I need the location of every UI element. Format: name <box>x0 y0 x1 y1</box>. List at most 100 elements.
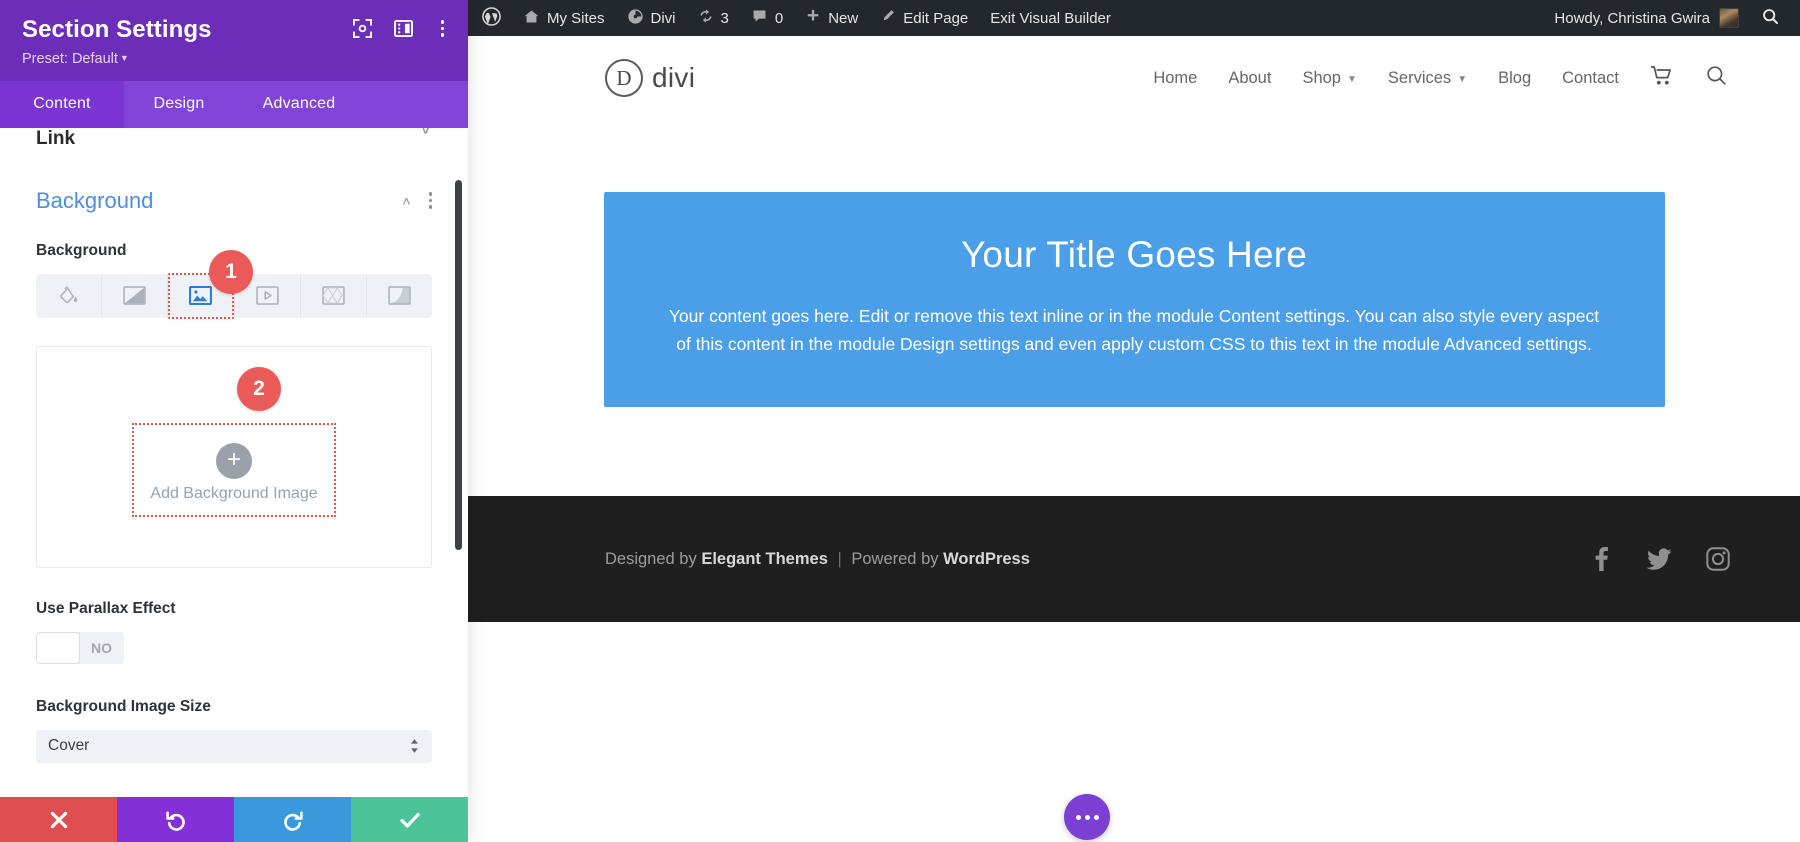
plus-icon: + <box>216 443 252 479</box>
nav-label: About <box>1228 69 1271 88</box>
nav-label: Services <box>1388 69 1451 88</box>
facebook-icon[interactable] <box>1590 546 1612 572</box>
nav-item-about[interactable]: About <box>1228 69 1271 88</box>
my-sites-item[interactable]: My Sites <box>512 0 616 36</box>
wordpress-link[interactable]: WordPress <box>943 550 1030 568</box>
nav-item-home[interactable]: Home <box>1153 69 1197 88</box>
more-options-icon[interactable] <box>435 18 451 39</box>
check-icon <box>398 808 422 832</box>
comments-count: 0 <box>775 10 783 27</box>
my-sites-label: My Sites <box>547 10 605 27</box>
site-preview: D divi Home About Shop ▼ Services ▼ <box>468 36 1800 842</box>
twitter-icon[interactable] <box>1646 548 1672 571</box>
admin-bar-account[interactable]: Howdy, Christina Gwira <box>1554 7 1800 30</box>
exit-visual-builder-item[interactable]: Exit Visual Builder <box>979 0 1122 36</box>
link-section-label: Link <box>36 128 75 144</box>
parallax-toggle[interactable]: NO <box>36 632 124 664</box>
visual-builder-fab[interactable] <box>1064 794 1110 840</box>
image-size-select[interactable]: Cover <box>36 730 432 763</box>
edit-page-item[interactable]: Edit Page <box>869 0 979 36</box>
settings-scrollbar[interactable] <box>458 128 465 797</box>
image-icon <box>189 286 212 305</box>
comment-icon <box>751 8 768 29</box>
redo-button[interactable] <box>234 797 351 842</box>
nav-label: Contact <box>1562 69 1619 88</box>
redo-icon <box>282 809 304 831</box>
updates-item[interactable]: 3 <box>687 0 740 36</box>
undo-button[interactable] <box>117 797 234 842</box>
upload-dropzone[interactable]: + Add Background Image <box>132 423 336 517</box>
divi-item[interactable]: Divi <box>616 0 687 36</box>
new-label: New <box>828 10 858 27</box>
comments-item[interactable]: 0 <box>740 0 794 36</box>
background-gradient-button[interactable] <box>102 274 168 318</box>
link-section-header[interactable]: Link ˅ <box>36 128 432 144</box>
sites-icon <box>523 8 540 29</box>
nav-label: Blog <box>1498 69 1531 88</box>
background-section-title: Background <box>36 188 402 214</box>
background-image-upload-area[interactable]: 2 + Add Background Image <box>36 346 432 568</box>
cart-icon[interactable] <box>1650 65 1674 92</box>
elegant-themes-link[interactable]: Elegant Themes <box>701 550 828 568</box>
upload-label: Add Background Image <box>134 485 334 503</box>
site-search-icon[interactable] <box>1705 64 1728 92</box>
preset-label: Preset: Default <box>22 51 118 67</box>
search-icon[interactable] <box>1739 7 1800 30</box>
chevron-down-icon: ▼ <box>1457 74 1467 85</box>
settings-tabs: Content Design Advanced <box>0 81 468 128</box>
site-header: D divi Home About Shop ▼ Services ▼ <box>468 36 1800 120</box>
hero-module[interactable]: Your Title Goes Here Your content goes h… <box>604 192 1665 407</box>
focus-icon[interactable] <box>353 19 372 38</box>
tab-design[interactable]: Design <box>124 81 234 128</box>
logo-text: divi <box>652 62 695 94</box>
select-arrows-icon <box>409 738 420 754</box>
updates-count: 3 <box>721 10 729 27</box>
new-item[interactable]: New <box>794 0 869 36</box>
hero-title: Your Title Goes Here <box>664 234 1605 276</box>
footer-separator: | <box>837 550 841 568</box>
site-logo[interactable]: D divi <box>468 59 695 97</box>
annotation-badge-2: 2 <box>237 367 281 411</box>
video-icon <box>256 286 279 305</box>
settings-header-actions <box>353 18 451 39</box>
image-size-value: Cover <box>48 737 89 755</box>
background-type-selector: 1 <box>36 274 432 318</box>
toggle-value: NO <box>91 640 112 656</box>
nav-item-services[interactable]: Services ▼ <box>1388 69 1467 88</box>
save-button[interactable] <box>351 797 468 842</box>
site-footer: Designed by Elegant Themes | Powered by … <box>468 496 1800 622</box>
footer-social <box>1590 546 1740 572</box>
wordpress-logo-item[interactable] <box>468 0 512 36</box>
nav-item-shop[interactable]: Shop ▼ <box>1302 69 1356 88</box>
exit-visual-builder-label: Exit Visual Builder <box>990 10 1111 27</box>
footer-credit: Designed by Elegant Themes | Powered by … <box>468 550 1030 569</box>
nav-item-contact[interactable]: Contact <box>1562 69 1619 88</box>
background-section-header: Background ˄ <box>36 188 432 214</box>
tab-content[interactable]: Content <box>0 81 124 128</box>
paint-bucket-icon <box>58 285 79 306</box>
tab-advanced[interactable]: Advanced <box>234 81 364 128</box>
instagram-icon[interactable] <box>1706 547 1730 571</box>
scrollbar-thumb[interactable] <box>455 180 462 550</box>
background-color-button[interactable] <box>36 274 102 318</box>
section-settings-panel: Section Settings Preset: Default▼ Conten… <box>0 0 468 842</box>
settings-panel-body: Link ˅ Background ˄ Background 1 <box>0 128 468 797</box>
pattern-icon <box>322 286 345 305</box>
annotation-badge-1: 1 <box>209 250 253 294</box>
hero-body-text: Your content goes here. Edit or remove t… <box>664 302 1605 359</box>
nav-label: Shop <box>1302 69 1341 88</box>
chevron-down-icon: ▼ <box>120 53 129 63</box>
discard-button[interactable] <box>0 797 117 842</box>
preset-selector[interactable]: Preset: Default▼ <box>22 51 446 67</box>
settings-panel-header: Section Settings Preset: Default▼ <box>0 0 468 81</box>
chevron-up-icon[interactable]: ˄ <box>402 193 410 209</box>
more-options-icon[interactable] <box>429 192 433 209</box>
background-mask-button[interactable] <box>367 274 432 318</box>
nav-item-blog[interactable]: Blog <box>1498 69 1531 88</box>
background-pattern-button[interactable] <box>301 274 367 318</box>
parallax-label: Use Parallax Effect <box>36 600 432 618</box>
settings-footer-actions <box>0 797 468 842</box>
hero-section: Your Title Goes Here Your content goes h… <box>468 120 1800 407</box>
layout-icon[interactable] <box>394 19 413 38</box>
wp-admin-bar: My Sites Divi 3 0 <box>468 0 1800 36</box>
